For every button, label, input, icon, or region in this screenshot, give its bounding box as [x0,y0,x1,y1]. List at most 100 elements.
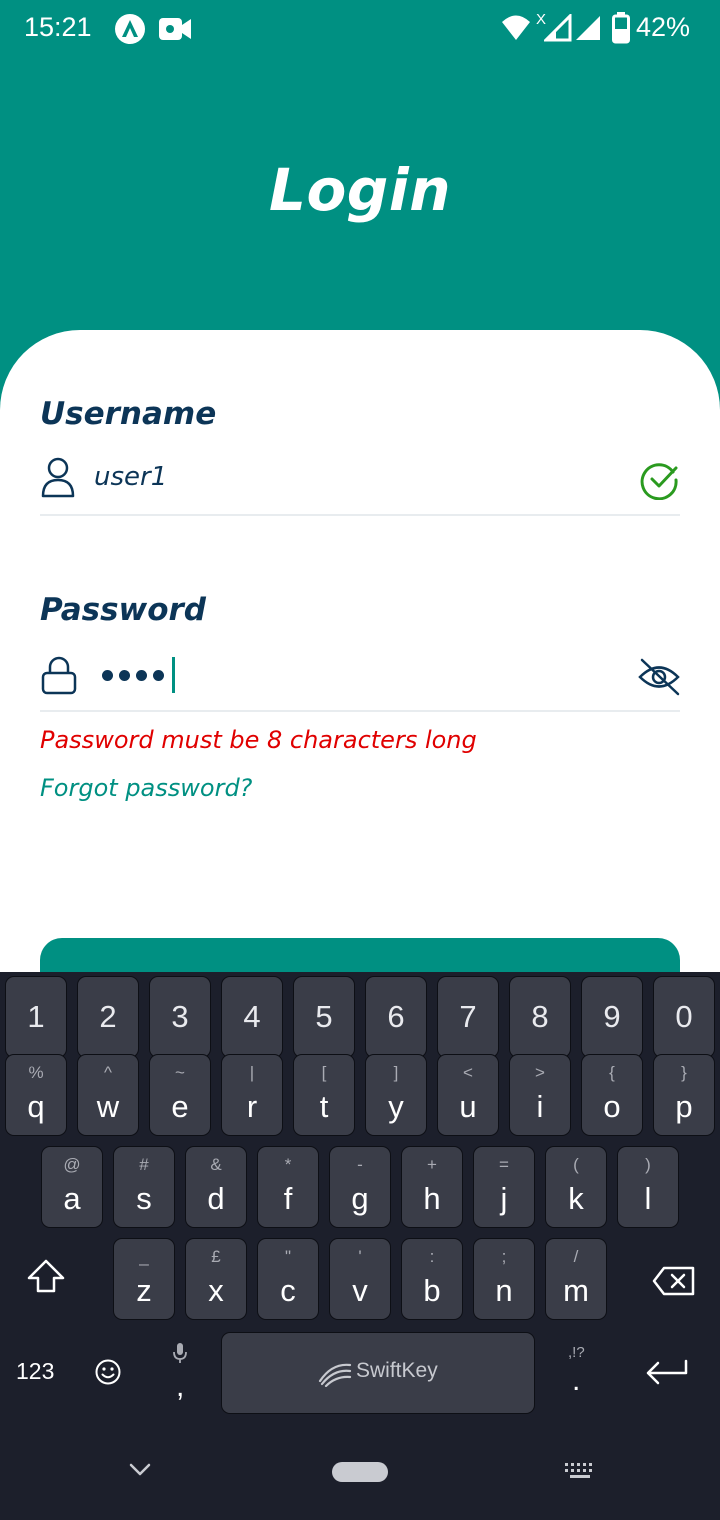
key-label: l [644,1181,652,1216]
key-9[interactable]: 9 [581,976,643,1058]
space-key-label: SwiftKey [356,1359,438,1382]
signal-icon [542,12,572,46]
key-1[interactable]: 1 [5,976,67,1058]
eye-off-icon[interactable] [638,658,680,700]
key-hint: ~ [175,1063,185,1082]
key-hint: [ [321,1063,327,1082]
key-label: r [246,1089,258,1124]
symbols-key[interactable]: 123 [16,1358,54,1385]
key-6[interactable]: 6 [365,976,427,1058]
key-label: m [563,1273,589,1308]
key-hint: & [210,1155,222,1174]
key-y[interactable]: ] y [365,1054,427,1136]
text-caret [172,657,175,693]
status-bar: 15:21 X 42% [0,0,720,58]
key-f[interactable]: * f [257,1146,319,1228]
key-m[interactable]: / m [545,1238,607,1320]
key-label: z [136,1273,152,1308]
key-n[interactable]: ; n [473,1238,535,1320]
key-label: p [675,1089,693,1124]
key-z[interactable]: _ z [113,1238,175,1320]
key-label: t [319,1089,329,1124]
key-label: v [352,1273,368,1308]
username-field[interactable]: user1 [40,452,680,516]
key-v[interactable]: ' v [329,1238,391,1320]
shift-key[interactable] [26,1258,66,1300]
key-label: i [536,1089,544,1124]
key-label: q [27,1089,45,1124]
key-o[interactable]: {o [581,1054,643,1136]
key-label: x [208,1273,224,1308]
swiftkey-logo-icon [318,1361,352,1391]
battery-icon [612,12,630,48]
password-field[interactable] [40,648,680,712]
password-mask-dot [136,669,147,681]
key-4[interactable]: 4 [221,976,283,1058]
key-label: 1 [27,999,45,1034]
key-u[interactable]: < u [437,1054,499,1136]
forgot-password-link[interactable]: Forgot password? [40,774,252,802]
key-b[interactable]: :b [401,1238,463,1320]
battery-percent: 42% [635,12,690,42]
key-hint: : [429,1247,435,1266]
key-s[interactable]: # s [113,1146,175,1228]
key-h[interactable]: + h [401,1146,463,1228]
key-c[interactable]: " c [257,1238,319,1320]
key-7[interactable]: 7 [437,976,499,1058]
key-l[interactable]: ) l [617,1146,679,1228]
key-t[interactable]: [t [293,1054,355,1136]
key-2[interactable]: 2 [77,976,139,1058]
key-label: 0 [675,999,693,1034]
key-p[interactable]: } p [653,1054,715,1136]
key-0[interactable]: 0 [653,976,715,1058]
emoji-icon[interactable] [94,1358,122,1391]
space-key[interactable]: SwiftKey [221,1332,535,1414]
key-j[interactable]: = j [473,1146,535,1228]
key-q[interactable]: % q [5,1054,67,1136]
keyboard-switch-icon[interactable] [564,1462,596,1485]
key-label: y [388,1089,404,1124]
key-hint: = [499,1155,509,1174]
hide-keyboard-icon[interactable] [128,1462,152,1483]
key-label: n [495,1273,513,1308]
key-hint: % [28,1063,44,1082]
enter-key[interactable] [644,1358,688,1393]
key-8[interactable]: 8 [509,976,571,1058]
key-5[interactable]: 5 [293,976,355,1058]
status-time: 15:21 [24,12,92,42]
key-hint: { [609,1063,615,1082]
key-e[interactable]: ~ e [149,1054,211,1136]
backspace-key[interactable] [652,1266,696,1301]
key-k[interactable]: (k [545,1146,607,1228]
key-g[interactable]: -g [329,1146,391,1228]
key-3[interactable]: 3 [149,976,211,1058]
key-label: o [603,1089,621,1124]
key-label: w [96,1089,120,1124]
key-d[interactable]: & d [185,1146,247,1228]
key-label: j [500,1181,508,1216]
username-input[interactable]: user1 [94,462,167,492]
key-label: h [423,1181,441,1216]
period-key[interactable]: . [572,1364,580,1398]
key-w[interactable]: ^ w [77,1054,139,1136]
home-pill[interactable] [332,1462,388,1482]
key-i[interactable]: > i [509,1054,571,1136]
key-hint: ) [645,1155,651,1174]
key-label: 2 [99,999,117,1034]
key-label: 9 [603,999,621,1034]
key-hint: ^ [104,1063,112,1082]
key-r[interactable]: | r [221,1054,283,1136]
key-hint: ; [501,1247,507,1266]
key-hint: # [139,1155,149,1174]
wifi-icon: X [500,11,550,48]
password-error: Password must be 8 characters long [40,726,477,754]
key-hint: | [249,1063,255,1082]
password-input[interactable] [102,657,175,693]
key-label: 4 [243,999,261,1034]
key-label: g [351,1181,369,1216]
key-label: 6 [387,999,405,1034]
key-a[interactable]: @ a [41,1146,103,1228]
comma-key[interactable]: , [176,1370,184,1404]
lock-icon [40,656,78,700]
key-x[interactable]: £ x [185,1238,247,1320]
